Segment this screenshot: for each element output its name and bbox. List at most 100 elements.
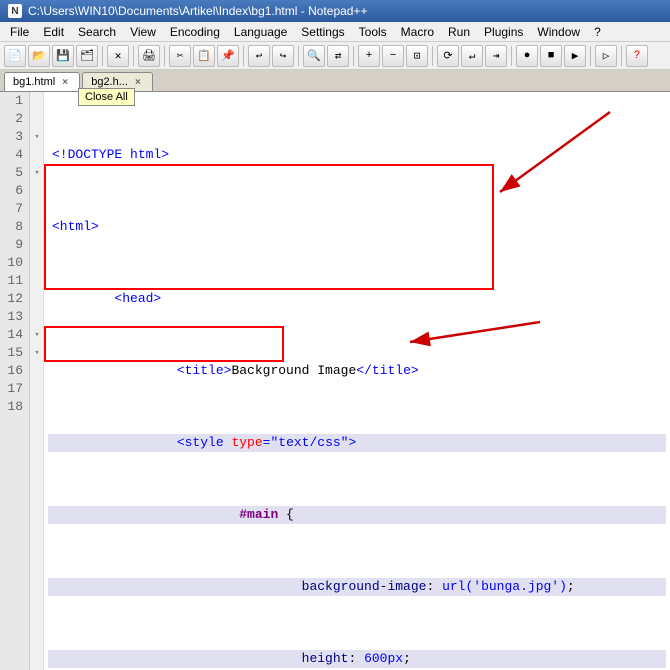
zoomin-button[interactable]: + [358,45,380,67]
code-line-3: <head> [48,290,666,308]
menu-search[interactable]: Search [72,24,122,40]
close-button[interactable]: ✕ [107,45,129,67]
macro-rec-button[interactable]: ● [516,45,538,67]
sync-button[interactable]: ⟳ [437,45,459,67]
separator-7 [432,46,433,66]
save-button[interactable]: 💾 [52,45,74,67]
menu-edit[interactable]: Edit [37,24,70,40]
fold-5: ▾ [30,164,44,182]
linenum-13: 13 [0,308,29,326]
linenum-16: 16 [0,362,29,380]
toolbar: 📄 📂 💾 🗂 ✕ 🖨 ✂ 📋 📌 ↩ ↪ 🔍 ⇄ + − ⊡ ⟳ ↵ ⇥ ● … [0,42,670,70]
linenum-15: 15 [0,344,29,362]
fold-7 [30,200,44,218]
code-line-4: <title>Background Image</title> [48,362,666,380]
menu-tools[interactable]: Tools [353,24,393,40]
linenum-3: 3 [0,128,29,146]
linenum-2: 2 [0,110,29,128]
tab-bg1-label: bg1.html [13,76,55,88]
menu-window[interactable]: Window [531,24,586,40]
separator-4 [243,46,244,66]
fold-9 [30,236,44,254]
linenum-18: 18 [0,398,29,416]
linenum-12: 12 [0,290,29,308]
code-line-8: height: 600px; [48,650,666,668]
menu-help[interactable]: ? [588,24,607,40]
code-line-5: <style type="text/css"> [48,434,666,452]
separator-8 [511,46,512,66]
tab-bg2-close[interactable]: × [132,76,144,88]
new-button[interactable]: 📄 [4,45,26,67]
line-numbers: 1 2 3 4 5 6 7 8 9 10 11 12 13 14 15 16 1… [0,92,30,670]
cut-button[interactable]: ✂ [169,45,191,67]
tab-bar: bg1.html × bg2.h... × Close All [0,70,670,92]
menu-encoding[interactable]: Encoding [164,24,226,40]
fold-12 [30,290,44,308]
find-button[interactable]: 🔍 [303,45,325,67]
fold-6 [30,182,44,200]
linenum-5: 5 [0,164,29,182]
linenum-4: 4 [0,146,29,164]
menu-file[interactable]: File [4,24,35,40]
tab-bg1-close[interactable]: × [59,76,71,88]
menu-run[interactable]: Run [442,24,476,40]
code-doctype: <!DOCTYPE html> [52,146,169,164]
linenum-11: 11 [0,272,29,290]
open-button[interactable]: 📂 [28,45,50,67]
about-button[interactable]: ? [626,45,648,67]
wrap-button[interactable]: ↵ [461,45,483,67]
editor: 1 2 3 4 5 6 7 8 9 10 11 12 13 14 15 16 1… [0,92,670,670]
linenum-7: 7 [0,200,29,218]
save-all-button[interactable]: 🗂 [76,45,98,67]
title-text: C:\Users\WIN10\Documents\Artikel\Index\b… [28,4,367,18]
linenum-9: 9 [0,236,29,254]
code-html-open: <html> [52,218,99,236]
menu-bar: File Edit Search View Encoding Language … [0,22,670,42]
indent-button[interactable]: ⇥ [485,45,507,67]
linenum-17: 17 [0,380,29,398]
zoomout-button[interactable]: − [382,45,404,67]
editor-wrapper: 1 2 3 4 5 6 7 8 9 10 11 12 13 14 15 16 1… [0,92,670,670]
separator-6 [353,46,354,66]
separator-2 [133,46,134,66]
title-bar: N C:\Users\WIN10\Documents\Artikel\Index… [0,0,670,22]
undo-button[interactable]: ↩ [248,45,270,67]
copy-button[interactable]: 📋 [193,45,215,67]
code-content[interactable]: <!DOCTYPE html> <html> <head> <title>Bac… [44,92,670,670]
linenum-8: 8 [0,218,29,236]
run-button[interactable]: ▷ [595,45,617,67]
redo-button[interactable]: ↪ [272,45,294,67]
menu-language[interactable]: Language [228,24,293,40]
print-button[interactable]: 🖨 [138,45,160,67]
menu-macro[interactable]: Macro [395,24,440,40]
code-line-6: #main { [48,506,666,524]
linenum-10: 10 [0,254,29,272]
findreplace-button[interactable]: ⇄ [327,45,349,67]
fold-11 [30,272,44,290]
code-line-7: background-image: url('bunga.jpg'); [48,578,666,596]
fold-4 [30,146,44,164]
linenum-1: 1 [0,92,29,110]
menu-settings[interactable]: Settings [295,24,350,40]
separator-3 [164,46,165,66]
zoomreset-button[interactable]: ⊡ [406,45,428,67]
app-icon: N [8,4,22,18]
paste-button[interactable]: 📌 [217,45,239,67]
fold-15: ▾ [30,344,44,362]
fold-8 [30,218,44,236]
macro-stop-button[interactable]: ■ [540,45,562,67]
tab-bg1[interactable]: bg1.html × [4,72,80,91]
separator-5 [298,46,299,66]
tab-bg2-label: bg2.h... [91,76,128,88]
menu-view[interactable]: View [124,24,162,40]
macro-play-button[interactable]: ▶ [564,45,586,67]
fold-17 [30,380,44,398]
menu-plugins[interactable]: Plugins [478,24,529,40]
separator-10 [621,46,622,66]
fold-18 [30,398,44,416]
fold-3: ▾ [30,128,44,146]
fold-13 [30,308,44,326]
separator-1 [102,46,103,66]
fold-10 [30,254,44,272]
fold-2 [30,110,44,128]
